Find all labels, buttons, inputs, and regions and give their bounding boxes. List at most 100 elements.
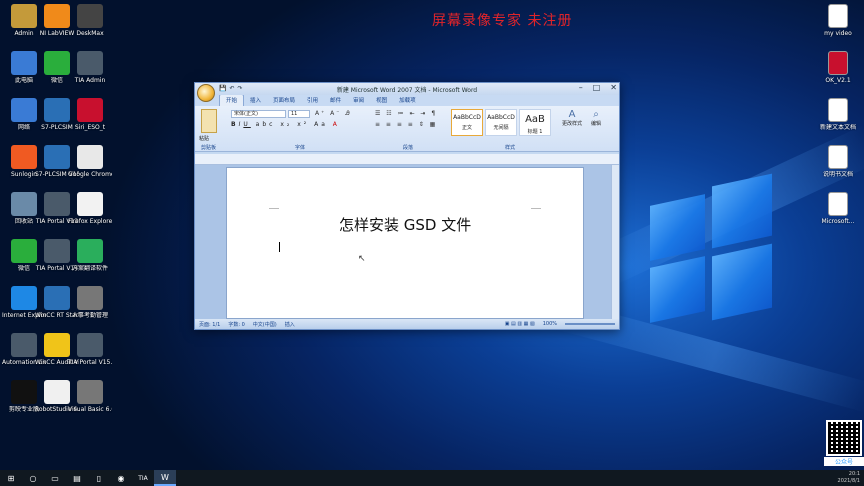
margin-mark (531, 208, 541, 209)
change-styles-button[interactable]: A 更改样式 (561, 109, 583, 127)
margin-mark (269, 208, 279, 209)
app-icon[interactable]: ◉ (110, 470, 132, 486)
change-styles-label: 更改样式 (561, 121, 582, 127)
font-name-select[interactable]: 宋体(正文) (231, 110, 286, 118)
ribbon-tab[interactable]: 开始 (219, 94, 245, 106)
ribbon-tab[interactable]: 审阅 (347, 95, 370, 106)
vertical-scrollbar[interactable] (611, 165, 619, 321)
desktop-icon[interactable]: DeskMax (68, 4, 112, 37)
group-styles: 样式 (505, 145, 516, 151)
desktop-icon[interactable]: 说明书文档 (816, 145, 860, 178)
plcsim-icon (44, 145, 70, 169)
ribbon-tab[interactable]: 插入 (244, 95, 267, 106)
desktop-icon[interactable]: TIA Admin (68, 51, 112, 84)
view-buttons[interactable]: ▣ ▤ ▥ ▦ ▧ (505, 321, 535, 327)
wechat-icon (44, 51, 70, 75)
desktop-icon-label: Google Chrome (68, 171, 112, 178)
robotstudio-icon (44, 380, 70, 404)
ribbon: 粘贴 宋体(正文) 11 BIU abc x₂ x² Aa A A⁺ A⁻ Ꭿ … (195, 106, 619, 152)
explorer-icon[interactable]: ▤ (66, 470, 88, 486)
ie-icon (11, 286, 37, 310)
font-size-select[interactable]: 11 (288, 110, 310, 118)
mouse-pointer-icon: ↖ (358, 254, 366, 264)
ribbon-tab[interactable]: 页面布局 (267, 95, 301, 106)
align-buttons[interactable]: ≡ ≡ ≡ ≡ ⇕ ▦ (375, 121, 437, 128)
plcsim-icon (44, 98, 70, 122)
desktop-icon[interactable]: Siri_ESO_t (68, 98, 112, 131)
clock-time[interactable]: 20:1 (838, 471, 860, 478)
desktop-icon[interactable]: Microsoft... (816, 192, 860, 225)
font-size-buttons[interactable]: A⁺ A⁻ Ꭿ (315, 110, 352, 118)
taskbar: ⊞ ○ ▭ ▤ ▯ ◉ TIA W 20:1 2021/8/1 (0, 470, 864, 486)
app-icon (77, 98, 103, 122)
word-icon[interactable]: W (154, 470, 176, 486)
excel-icon (828, 192, 848, 216)
desktop-icon[interactable]: my video (816, 4, 860, 37)
ruler[interactable] (195, 154, 619, 165)
windows-logo-pane (712, 173, 772, 249)
network-icon (11, 98, 37, 122)
document-page[interactable]: 怎样安装 GSD 文件 ↖ (226, 167, 584, 319)
desktop-icon-label: Visual Basic 6.0中文版 (68, 406, 112, 413)
chrome-icon (77, 145, 103, 169)
desktop-icon[interactable]: Google Chrome (68, 145, 112, 178)
language-status[interactable]: 中文(中国) (253, 321, 277, 328)
style-gallery-item[interactable]: AaBbCcD 正文 (451, 109, 483, 136)
recycle-bin-icon (11, 192, 37, 216)
document-text[interactable]: 怎样安装 GSD 文件 (339, 214, 471, 235)
start-icon[interactable]: ⊞ (0, 470, 22, 486)
close-icon[interactable]: ✕ (610, 83, 617, 92)
minimize-icon[interactable]: – (579, 83, 583, 92)
ribbon-tab[interactable]: 引用 (301, 95, 324, 106)
group-clipboard: 剪贴板 (201, 145, 217, 151)
maximize-icon[interactable]: □ (593, 83, 601, 92)
edit-button[interactable]: ⌕ 编辑 (587, 109, 605, 127)
desktop-icon[interactable]: 方案翻译软件 (68, 239, 112, 272)
desktop-icon[interactable]: OK_V2.1 (816, 51, 860, 84)
app-icon (77, 4, 103, 28)
desktop-icon[interactable]: 新建文本文档 (816, 98, 860, 131)
insert-mode[interactable]: 插入 (285, 321, 295, 328)
task-view-icon[interactable]: ▭ (44, 470, 66, 486)
office-button[interactable] (197, 84, 215, 102)
folder-user-icon (11, 4, 37, 28)
ribbon-tab[interactable]: 加载项 (393, 95, 422, 106)
group-font: 字体 (295, 145, 306, 151)
paste-icon[interactable] (201, 109, 217, 133)
desktop-icon-label: Microsoft... (821, 218, 855, 225)
desktop-icon[interactable]: Firefox Explorer (68, 192, 112, 225)
page-status[interactable]: 页面: 1/1 (199, 321, 220, 328)
desktop-icon[interactable]: TIA Portal V15.1 (68, 333, 112, 366)
ribbon-tab[interactable]: 邮件 (324, 95, 347, 106)
zoom-slider[interactable] (565, 323, 615, 325)
list-buttons[interactable]: ☰ ☷ ≔ ⇤ ⇥ ¶ (375, 110, 437, 117)
recorder-watermark: 屏幕录像专家 未注册 (432, 13, 573, 29)
word-window[interactable]: 💾↶↷ 新建 Microsoft Word 2007 文档 - Microsof… (194, 82, 620, 330)
app-icon (77, 239, 103, 263)
group-paragraph: 段落 (403, 145, 414, 151)
tia-icon[interactable]: TIA (132, 470, 154, 486)
clock-date[interactable]: 2021/8/1 (838, 478, 860, 485)
ribbon-tab[interactable]: 视图 (370, 95, 393, 106)
file-icon (828, 145, 848, 169)
title-bar[interactable]: 💾↶↷ 新建 Microsoft Word 2007 文档 - Microsof… (195, 83, 619, 95)
document-area: 怎样安装 GSD 文件 ↖ (195, 165, 619, 321)
app-icon (77, 286, 103, 310)
desktop-icon[interactable]: Visual Basic 6.0中文版 (68, 380, 112, 413)
desktop-icon-label: OK_V2.1 (825, 77, 851, 84)
style-gallery-item[interactable]: AaB 标题 1 (519, 109, 551, 136)
tia-admin-icon (77, 51, 103, 75)
style-name: 无间隔 (493, 125, 509, 131)
desktop-icon-label: 说明书文档 (822, 171, 853, 178)
search-icon[interactable]: ○ (22, 470, 44, 486)
file-icon (828, 51, 848, 75)
file-icon[interactable]: ▯ (88, 470, 110, 486)
font-format-buttons[interactable]: BIU abc x₂ x² Aa A (231, 121, 340, 128)
binoculars-icon: ⌕ (593, 109, 599, 120)
word-count[interactable]: 字数: 0 (228, 321, 244, 328)
desktop-icon-label: DeskMax (76, 30, 104, 37)
style-gallery-item[interactable]: AaBbCcD 无间隔 (485, 109, 517, 136)
zoom-level[interactable]: 100% (543, 321, 557, 327)
desktop-icon[interactable]: 人事考勤管理 (68, 286, 112, 319)
style-name: 正文 (461, 125, 472, 131)
